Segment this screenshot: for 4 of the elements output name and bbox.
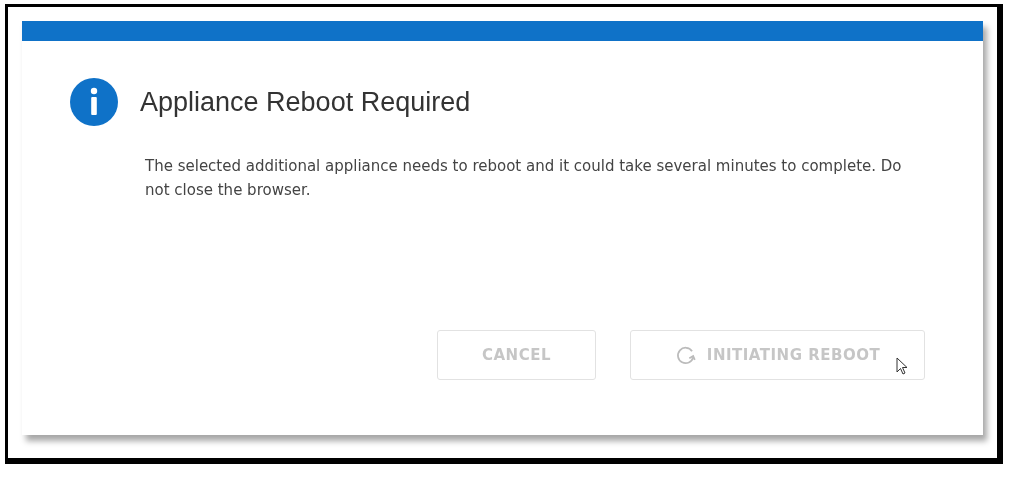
mouse-pointer-icon xyxy=(896,357,908,375)
dialog-title: Appliance Reboot Required xyxy=(140,86,471,118)
info-icon xyxy=(70,78,118,126)
dialog-message: The selected additional appliance needs to reboot and it could take several minutes to complete. Do not close the browser. xyxy=(145,156,903,201)
